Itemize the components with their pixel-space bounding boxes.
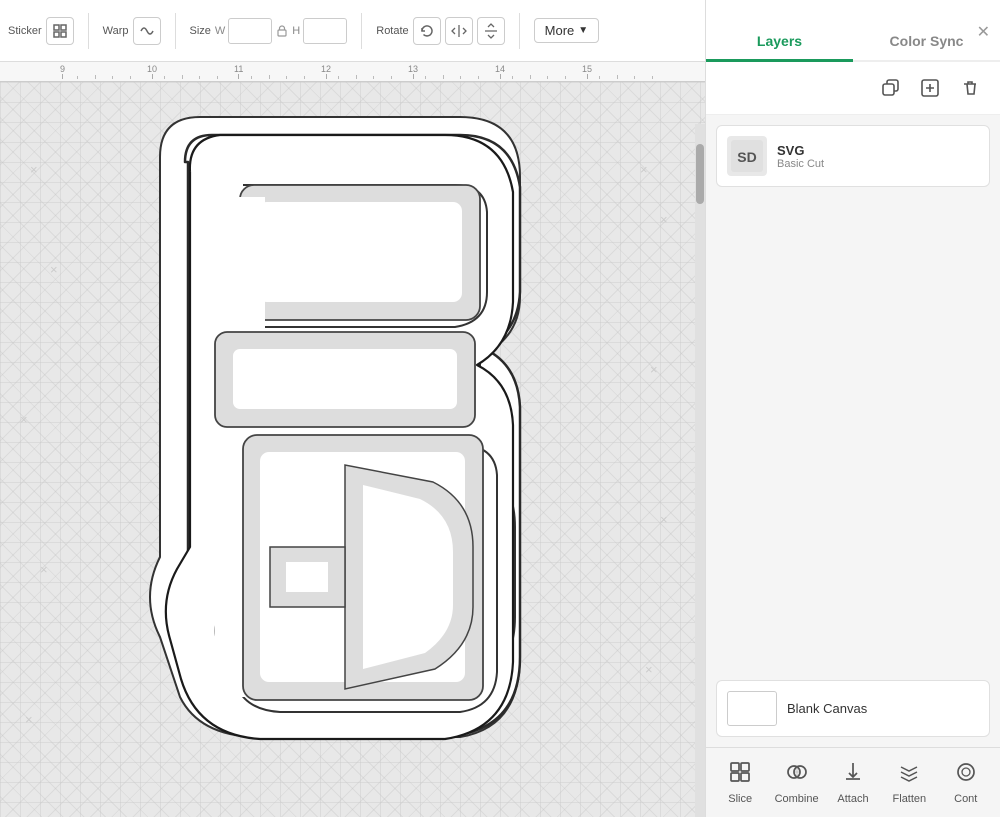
- slice-icon: [728, 760, 752, 790]
- sticker-icon-btn[interactable]: [46, 17, 74, 45]
- warp-group: Warp: [103, 17, 161, 45]
- combine-label: Combine: [775, 793, 819, 805]
- delete-layer-button[interactable]: [954, 72, 986, 104]
- ruler: 9101112131415: [0, 62, 705, 82]
- svg-text:SD: SD: [737, 149, 756, 165]
- right-panel: Layers Color Sync ✕ SD SVG Basic Cut: [705, 0, 1000, 817]
- contour-button[interactable]: Cont: [941, 760, 991, 805]
- flatten-button[interactable]: Flatten: [884, 760, 934, 805]
- sep2: [175, 13, 176, 49]
- warp-icon-btn[interactable]: [133, 17, 161, 45]
- slice-label: Slice: [728, 793, 752, 805]
- bottom-toolbar: Slice Combine Attach Flatten Cont: [706, 747, 1000, 817]
- close-panel-button[interactable]: ✕: [977, 22, 990, 42]
- height-input[interactable]: [303, 18, 347, 44]
- blank-canvas-item[interactable]: Blank Canvas: [716, 680, 990, 737]
- rotate-group: Rotate: [376, 17, 504, 45]
- warp-label: Warp: [103, 25, 129, 37]
- contour-label: Cont: [954, 793, 977, 805]
- sticker-label: Sticker: [8, 25, 42, 37]
- combine-button[interactable]: Combine: [772, 760, 822, 805]
- layer-thumbnail: SD: [727, 136, 767, 176]
- sticker-group: Sticker: [8, 17, 74, 45]
- width-input[interactable]: [228, 18, 272, 44]
- rotate-label: Rotate: [376, 25, 408, 37]
- more-arrow-icon: ▼: [578, 25, 588, 36]
- lock-icon: [275, 24, 289, 38]
- rotate-left-btn[interactable]: [413, 17, 441, 45]
- flip-h-btn[interactable]: [445, 17, 473, 45]
- combine-icon: [785, 760, 809, 790]
- toolbar: Sticker Warp Size W H Rotate: [0, 0, 705, 62]
- size-label: Size: [190, 25, 211, 37]
- flatten-label: Flatten: [893, 793, 927, 805]
- layers-list: SD SVG Basic Cut: [706, 115, 1000, 680]
- slice-button[interactable]: Slice: [715, 760, 765, 805]
- sep4: [519, 13, 520, 49]
- panel-tabs: Layers Color Sync ✕: [706, 0, 1000, 62]
- duplicate-layer-button[interactable]: [874, 72, 906, 104]
- add-layer-button[interactable]: [914, 72, 946, 104]
- blank-canvas-thumbnail: [727, 691, 777, 726]
- attach-label: Attach: [837, 793, 868, 805]
- flip-v-btn[interactable]: [477, 17, 505, 45]
- flatten-icon: [897, 760, 921, 790]
- layer-name: SVG: [777, 143, 979, 158]
- layer-item[interactable]: SD SVG Basic Cut: [716, 125, 990, 187]
- blank-canvas-label: Blank Canvas: [787, 701, 867, 716]
- layer-type: Basic Cut: [777, 158, 979, 170]
- sep1: [88, 13, 89, 49]
- layer-info: SVG Basic Cut: [777, 143, 979, 170]
- tab-layers[interactable]: Layers: [706, 19, 853, 62]
- layer-actions: [706, 62, 1000, 115]
- scrollbar-thumb[interactable]: [696, 144, 704, 204]
- more-button[interactable]: More ▼: [534, 18, 600, 43]
- canvas-area[interactable]: 9101112131415 × × × × × × × × × ×: [0, 62, 705, 817]
- attach-button[interactable]: Attach: [828, 760, 878, 805]
- contour-icon: [954, 760, 978, 790]
- sd-logo-svg[interactable]: .logo-path { fill: white; stroke: #1a1a1…: [95, 117, 585, 757]
- vertical-scrollbar[interactable]: [695, 124, 705, 817]
- attach-icon: [841, 760, 865, 790]
- sep3: [361, 13, 362, 49]
- size-group: Size W H: [190, 18, 348, 44]
